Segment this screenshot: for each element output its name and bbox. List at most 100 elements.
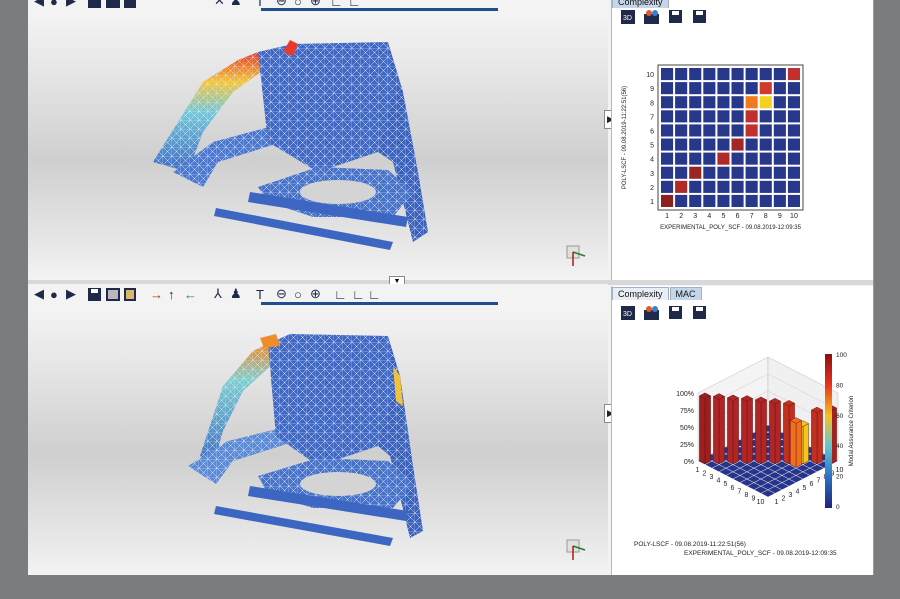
matrix-cell (675, 166, 688, 179)
axes-icon[interactable]: ⅄ (214, 286, 222, 302)
matrix-cell (689, 138, 702, 151)
circle-icon[interactable]: ○ (294, 286, 302, 302)
matrix-cell (675, 152, 688, 165)
film-icon[interactable] (106, 286, 120, 302)
chart-axis1-tick: 6 (731, 485, 735, 492)
open-folder-icon[interactable] (644, 9, 659, 24)
matrix-cell (689, 180, 702, 193)
matrix-cell (717, 152, 730, 165)
matrix-cell (773, 138, 786, 151)
save-icon[interactable] (668, 305, 683, 320)
matrix-ytick: 10 (646, 72, 654, 79)
save-icon[interactable] (88, 0, 101, 9)
chart-ztick: 75% (680, 408, 694, 415)
matrix-cell (703, 194, 716, 207)
matrix-cell (773, 68, 786, 81)
bottom-progress-bar (261, 302, 498, 305)
matrix-cell (759, 96, 772, 109)
matrix-cell (689, 110, 702, 123)
save-icon[interactable] (88, 286, 101, 302)
matrix-cell (717, 138, 730, 151)
bottom-right-panel: Complexity MAC 3D 100% 75% 50% 25% 0% 1 1 2 2 3 3 4… (611, 286, 873, 575)
matrix-cell (661, 110, 674, 123)
matrix-cell (703, 96, 716, 109)
save-icon[interactable] (668, 9, 683, 24)
app-window: ◀ ● ▶ ✕ ♟ T ⊖ ○ ⊕ ∟ ∟ Complexity 3D 1 1 … (28, 0, 874, 575)
chart-bar-face (760, 399, 767, 465)
next-icon[interactable]: ▶ (66, 0, 76, 9)
film-stack-icon[interactable] (124, 286, 136, 302)
matrix-ytick: 7 (650, 114, 654, 121)
matrix-cell (773, 180, 786, 193)
matrix-cell (689, 68, 702, 81)
chart-add-icon[interactable]: ∟ (368, 286, 381, 302)
film-icon[interactable] (106, 0, 120, 9)
matrix-cell (759, 194, 772, 207)
3d-view-icon[interactable]: 3D (620, 305, 635, 320)
matrix-xtick: 2 (679, 213, 683, 220)
people-icon[interactable]: ♟ (230, 286, 242, 302)
minus-icon[interactable]: ⊖ (276, 286, 287, 302)
chart-axis2-tick: 4 (796, 488, 800, 495)
matrix-cell (731, 138, 744, 151)
save-as-icon[interactable] (692, 9, 707, 24)
matrix-cell (759, 138, 772, 151)
next-icon[interactable]: ▶ (66, 286, 76, 302)
matrix-cell (717, 166, 730, 179)
bottom-3d-viewport[interactable] (28, 306, 608, 575)
chart-axis1-tick: 2 (703, 470, 707, 477)
chart-axis1-tick: 10 (757, 499, 765, 506)
matrix-cell (759, 180, 772, 193)
chart-bar (712, 393, 726, 465)
matrix-cell (717, 110, 730, 123)
prev-icon[interactable]: ◀ (34, 286, 44, 302)
play-icon[interactable]: ● (50, 286, 58, 302)
matrix-ytick: 9 (650, 86, 654, 93)
matrix-ytick: 5 (650, 143, 654, 150)
matrix-cell (787, 166, 800, 179)
matrix-ytick: 8 (650, 100, 654, 107)
chart-bar-face (790, 420, 797, 468)
mac-3d-bar-chart: 100%75%50%25%0%1122334455667788991010POL… (634, 352, 855, 557)
text-icon[interactable]: T (256, 286, 264, 302)
chart-bar-face (699, 395, 706, 465)
3d-view-icon[interactable]: 3D (620, 9, 635, 24)
axes-icon[interactable]: ✕ (214, 0, 225, 9)
tab-complexity-top[interactable]: Complexity (612, 0, 669, 8)
open-folder-icon[interactable] (644, 305, 659, 320)
play-icon[interactable]: ● (50, 0, 58, 9)
save-as-icon[interactable] (692, 305, 707, 320)
tab-complexity[interactable]: Complexity (612, 287, 669, 300)
matrix-cell (717, 180, 730, 193)
matrix-xtick: 6 (736, 213, 740, 220)
chart-plus-icon[interactable]: ∟ (352, 286, 365, 302)
matrix-cell (787, 68, 800, 81)
film-stack-icon[interactable] (124, 0, 136, 9)
arrow-left-icon[interactable]: ← (184, 286, 197, 302)
matrix-cell (703, 82, 716, 95)
arrow-up-icon[interactable]: ↑ (168, 286, 175, 302)
people-icon[interactable]: ♟ (230, 0, 242, 9)
arrow-right-icon[interactable]: → (150, 286, 163, 302)
chart-ztick: 50% (680, 425, 694, 432)
matrix-cell (759, 152, 772, 165)
chart-icon[interactable]: ∟ (334, 286, 347, 302)
chart-bar-face (704, 395, 711, 465)
matrix-cell (675, 68, 688, 81)
plus-icon[interactable]: ⊕ (310, 286, 321, 302)
prev-icon[interactable]: ◀ (34, 0, 44, 9)
matrix-cell (717, 124, 730, 137)
top-3d-viewport[interactable] (28, 12, 608, 280)
matrix-cell (745, 110, 758, 123)
matrix-xtick: 7 (750, 213, 754, 220)
matrix-xtick: 3 (693, 213, 697, 220)
chart-bar (768, 398, 782, 465)
matrix-cell (689, 194, 702, 207)
chart-ztick: 0% (684, 459, 694, 466)
matrix-cell (731, 82, 744, 95)
matrix-cell (731, 68, 744, 81)
matrix-cell (745, 124, 758, 137)
matrix-cell (731, 152, 744, 165)
tab-mac[interactable]: MAC (669, 287, 702, 300)
matrix-cell (745, 180, 758, 193)
